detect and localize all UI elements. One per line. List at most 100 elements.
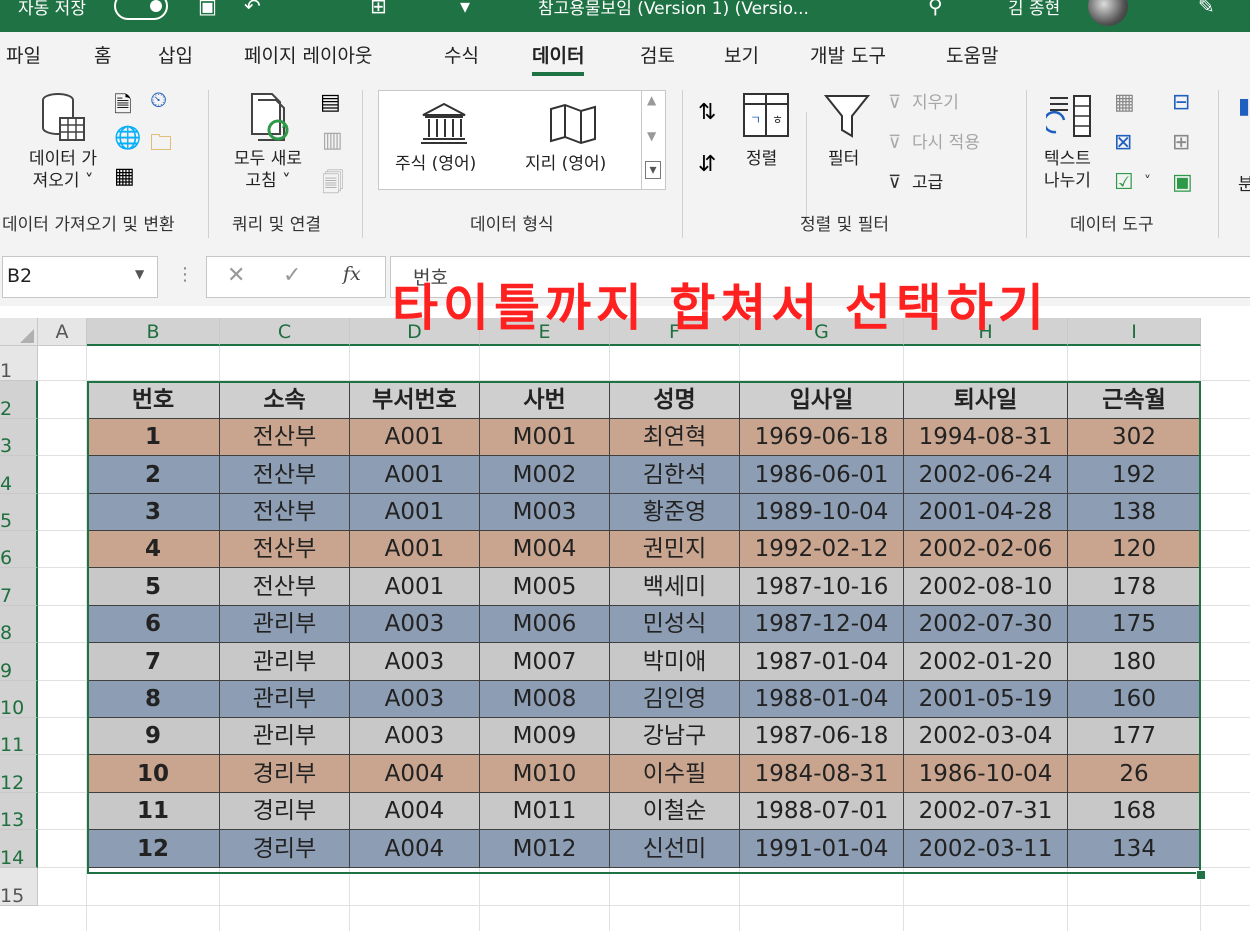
table-cell[interactable]: 관리부 bbox=[220, 718, 350, 755]
name-box[interactable]: B2 ▼ bbox=[2, 256, 158, 298]
table-cell[interactable]: 2002-02-06 bbox=[904, 531, 1068, 568]
undo-icon[interactable]: ↶ bbox=[244, 0, 261, 18]
table-cell[interactable]: M002 bbox=[480, 456, 610, 494]
row-header-4[interactable]: 4 bbox=[0, 456, 38, 495]
table-cell[interactable]: 138 bbox=[1068, 494, 1201, 531]
row-header-12[interactable]: 12 bbox=[0, 755, 38, 794]
autosave-toggle[interactable] bbox=[114, 0, 168, 20]
get-data-button[interactable]: 데이터 가 져오기 ˅ bbox=[18, 148, 108, 192]
table-cell[interactable]: A003 bbox=[350, 643, 480, 681]
header-cell[interactable]: 사번 bbox=[480, 381, 610, 419]
sort-button[interactable]: 정렬 bbox=[746, 148, 777, 170]
table-cell[interactable]: 10 bbox=[87, 755, 220, 793]
table-cell[interactable]: 황준영 bbox=[610, 494, 740, 531]
table-cell[interactable]: M005 bbox=[480, 568, 610, 606]
table-cell[interactable]: 경리부 bbox=[220, 830, 350, 868]
table-cell[interactable]: 이수필 bbox=[610, 755, 740, 793]
table-cell[interactable]: 권민지 bbox=[610, 531, 740, 568]
customize-qat-icon[interactable]: ▾ bbox=[460, 0, 470, 18]
table-cell[interactable]: 전산부 bbox=[220, 531, 350, 568]
header-cell[interactable]: 소속 bbox=[220, 381, 350, 419]
table-cell[interactable]: 175 bbox=[1068, 606, 1201, 643]
table-cell[interactable]: 1988-07-01 bbox=[740, 793, 904, 830]
table-cell[interactable]: 관리부 bbox=[220, 643, 350, 681]
table-cell[interactable]: 1989-10-04 bbox=[740, 494, 904, 531]
table-cell[interactable]: A003 bbox=[350, 606, 480, 643]
table-cell[interactable]: A001 bbox=[350, 456, 480, 494]
table-cell[interactable]: 김인영 bbox=[610, 681, 740, 718]
drag-handle-icon[interactable]: ⋮ bbox=[176, 264, 194, 285]
row-header-1[interactable]: 1 bbox=[0, 346, 38, 382]
reapply-button[interactable]: 다시 적용 bbox=[912, 132, 980, 154]
table-cell[interactable]: 120 bbox=[1068, 531, 1201, 568]
remove-duplicates-icon[interactable]: ⊠ bbox=[1114, 130, 1132, 155]
queries-connections-icon[interactable]: ▤ bbox=[320, 90, 341, 115]
table-cell[interactable]: 1987-10-16 bbox=[740, 568, 904, 606]
table-cell[interactable]: A001 bbox=[350, 568, 480, 606]
row-header-3[interactable]: 3 bbox=[0, 419, 38, 457]
table-cell[interactable]: 관리부 bbox=[220, 681, 350, 718]
table-cell[interactable]: 이철순 bbox=[610, 793, 740, 830]
table-cell[interactable]: M008 bbox=[480, 681, 610, 718]
row-header-8[interactable]: 8 bbox=[0, 606, 38, 644]
table-cell[interactable]: 2002-07-30 bbox=[904, 606, 1068, 643]
table-cell[interactable]: 전산부 bbox=[220, 456, 350, 494]
table-cell[interactable]: A001 bbox=[350, 494, 480, 531]
table-cell[interactable]: 134 bbox=[1068, 830, 1201, 868]
table-cell[interactable]: 관리부 bbox=[220, 606, 350, 643]
table-cell[interactable]: 강남구 bbox=[610, 718, 740, 755]
table-cell[interactable]: 김한석 bbox=[610, 456, 740, 494]
table-cell[interactable]: 160 bbox=[1068, 681, 1201, 718]
table-cell[interactable]: M003 bbox=[480, 494, 610, 531]
table-cell[interactable]: M007 bbox=[480, 643, 610, 681]
table-cell[interactable]: 12 bbox=[87, 830, 220, 868]
table-cell[interactable]: 177 bbox=[1068, 718, 1201, 755]
stocks-button[interactable]: 주식 (영어) bbox=[395, 153, 476, 175]
table-cell[interactable]: 178 bbox=[1068, 568, 1201, 606]
tab-review[interactable]: 검토 bbox=[640, 41, 675, 68]
data-validation-icon[interactable]: ☑ bbox=[1114, 170, 1134, 195]
table-cell[interactable]: 2002-03-04 bbox=[904, 718, 1068, 755]
search-icon[interactable]: ⚲ bbox=[928, 0, 943, 18]
table-cell[interactable]: A004 bbox=[350, 830, 480, 868]
row-header-14[interactable]: 14 bbox=[0, 830, 38, 869]
user-name[interactable]: 김 종현 bbox=[1008, 0, 1060, 19]
row-header-2[interactable]: 2 bbox=[0, 381, 38, 420]
table-cell[interactable]: 전산부 bbox=[220, 419, 350, 456]
table-cell[interactable]: 1987-06-18 bbox=[740, 718, 904, 755]
column-header-a[interactable]: A bbox=[38, 318, 87, 346]
scroll-down-icon[interactable]: ▼ bbox=[647, 129, 656, 143]
tab-insert[interactable]: 삽입 bbox=[158, 41, 193, 68]
forecast-icon[interactable]: ▮ bbox=[1238, 94, 1250, 119]
row-header-10[interactable]: 10 bbox=[0, 681, 38, 719]
tab-page-layout[interactable]: 페이지 레이아웃 bbox=[244, 41, 372, 68]
header-cell[interactable]: 퇴사일 bbox=[904, 381, 1068, 419]
worksheet-grid[interactable]: ABCDEFGHI 1 2 3 4 5 6 7 8 9 10 11 12 13 14 15 번호 소속 부서번호… bbox=[0, 306, 1250, 931]
table-cell[interactable]: 2002-08-10 bbox=[904, 568, 1068, 606]
row-header-11[interactable]: 11 bbox=[0, 718, 38, 756]
column-header-b[interactable]: B bbox=[87, 318, 220, 346]
tab-formulas[interactable]: 수식 bbox=[444, 41, 479, 68]
table-cell[interactable]: 11 bbox=[87, 793, 220, 830]
table-cell[interactable]: 26 bbox=[1068, 755, 1201, 793]
table-cell[interactable]: 박미애 bbox=[610, 643, 740, 681]
recent-sources-icon[interactable]: ⏲ bbox=[150, 88, 167, 113]
insert-function-icon[interactable]: fx bbox=[343, 263, 361, 285]
table-cell[interactable]: 1994-08-31 bbox=[904, 419, 1068, 456]
pen-icon[interactable]: ✎ bbox=[1198, 0, 1215, 18]
row-header-15[interactable]: 15 bbox=[0, 868, 38, 907]
table-cell[interactable]: A001 bbox=[350, 531, 480, 568]
header-cell[interactable]: 성명 bbox=[610, 381, 740, 419]
table-cell[interactable]: 1987-12-04 bbox=[740, 606, 904, 643]
table-cell[interactable]: 2001-05-19 bbox=[904, 681, 1068, 718]
table-cell[interactable]: A004 bbox=[350, 793, 480, 830]
cancel-icon[interactable]: ✕ bbox=[227, 263, 245, 288]
user-avatar[interactable] bbox=[1088, 0, 1128, 26]
scroll-up-icon[interactable]: ▲ bbox=[647, 93, 656, 107]
filter-button[interactable]: 필터 bbox=[828, 148, 859, 170]
table-cell[interactable]: A004 bbox=[350, 755, 480, 793]
tab-view[interactable]: 보기 bbox=[724, 41, 759, 68]
refresh-all-button[interactable]: 모두 새로 고침 ˅ bbox=[222, 148, 314, 192]
existing-connections-icon[interactable]: 🗀 bbox=[150, 126, 172, 164]
save-icon[interactable]: ▣ bbox=[198, 0, 217, 18]
